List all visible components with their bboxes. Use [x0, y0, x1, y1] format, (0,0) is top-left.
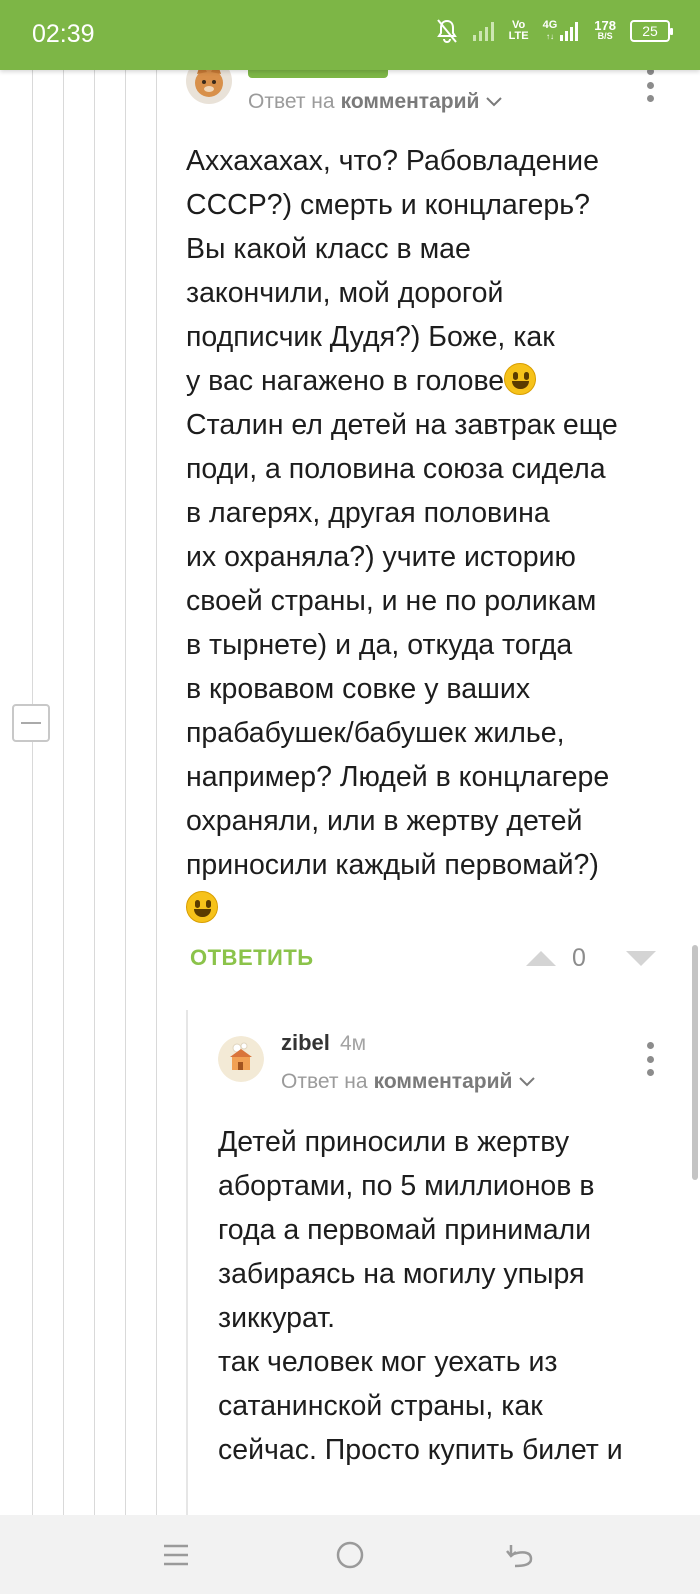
comment-body: Аххахахах, что? Рабовладение СССР?) смер… — [186, 139, 676, 931]
system-nav-bar — [0, 1515, 700, 1594]
thread-line — [94, 70, 95, 1515]
comment-text: Детей приносили в жертву абортами, по 5 … — [218, 1126, 623, 1466]
speed-value: 178 — [594, 18, 616, 33]
comment-thread[interactable]: Ответ на комментарий Аххахахах, что? Раб… — [0, 70, 700, 1515]
thread-line — [125, 70, 126, 1515]
reply-to-target[interactable]: комментарий — [341, 90, 480, 114]
network-type-label: 4G — [542, 19, 558, 31]
status-bar: 02:39 Vo LTE 4G ↑↓ 178 B/S 25 — [0, 0, 700, 70]
more-options-icon[interactable] — [643, 70, 657, 102]
rating-count: 0 — [572, 944, 586, 972]
reply-to-target[interactable]: комментарий — [374, 1070, 513, 1094]
nested-thread-line — [186, 1010, 188, 1515]
author-badge[interactable] — [248, 70, 388, 78]
comment-text-part1: Аххахахах, что? Рабовладение СССР?) смер… — [186, 145, 599, 397]
battery-level: 25 — [642, 22, 658, 39]
signal-weak-icon — [472, 21, 495, 41]
downvote-icon[interactable] — [626, 951, 656, 966]
mute-bell-icon — [435, 18, 459, 44]
reply-to-label: Ответ на — [281, 1070, 368, 1093]
thread-line — [63, 70, 64, 1515]
clock: 02:39 — [32, 20, 95, 48]
network-arrows-label: ↑↓ — [545, 32, 554, 41]
smiley-emoji-icon — [186, 891, 218, 923]
menu-icon[interactable] — [158, 1537, 194, 1573]
battery-icon: 25 — [630, 20, 673, 42]
network-speed-icon: 178 B/S — [594, 18, 616, 42]
reply-to-label: Ответ на — [248, 90, 335, 113]
4g-signal-icon: 4G ↑↓ — [543, 20, 581, 42]
comment-time: 4м — [340, 1032, 367, 1055]
upvote-icon[interactable] — [526, 951, 556, 966]
collapse-thread-button[interactable] — [12, 704, 50, 742]
volte-icon: Vo LTE — [509, 20, 529, 42]
comment-body: Детей приносили в жертву абортами, по 5 … — [218, 1120, 678, 1472]
home-icon[interactable] — [332, 1537, 368, 1573]
comment-text-part2: Сталин ел детей на завтрак еще поди, а п… — [186, 409, 618, 881]
back-icon[interactable] — [502, 1537, 538, 1573]
reply-to-link[interactable]: Ответ на комментарий — [248, 90, 503, 114]
scrollbar[interactable] — [692, 945, 698, 1180]
avatar[interactable] — [218, 1036, 264, 1082]
thread-line — [32, 70, 33, 1515]
chevron-down-icon[interactable] — [485, 96, 503, 108]
reply-button[interactable]: ОТВЕТИТЬ — [190, 945, 314, 971]
minus-icon — [21, 722, 41, 724]
comment-author[interactable]: zibel — [281, 1030, 330, 1056]
speed-unit: B/S — [597, 31, 613, 41]
volte-bottom-label: LTE — [508, 30, 529, 42]
more-options-icon[interactable] — [643, 1042, 657, 1076]
smiley-emoji-icon — [504, 363, 537, 395]
reply-to-link[interactable]: Ответ на комментарий — [281, 1070, 536, 1094]
avatar[interactable] — [186, 70, 232, 104]
chevron-down-icon[interactable] — [518, 1076, 536, 1088]
status-icons: Vo LTE 4G ↑↓ 178 B/S 25 — [435, 18, 673, 44]
thread-line — [156, 70, 157, 1515]
